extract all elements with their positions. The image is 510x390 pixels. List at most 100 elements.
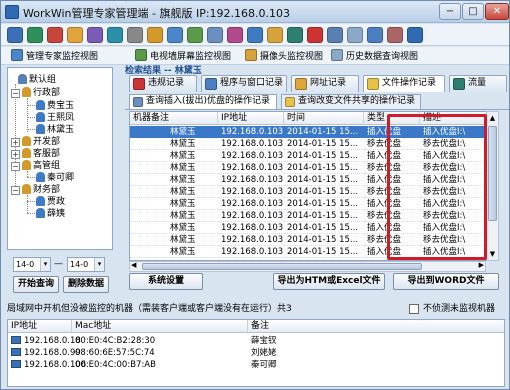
monitor-view-button[interactable]: 管理专家监控视图	[11, 49, 98, 63]
table-vertical-scrollbar[interactable]: ▲ ▼	[486, 111, 499, 261]
user-icon	[36, 196, 45, 206]
tv-wall-icon	[135, 49, 147, 61]
usb-icon[interactable]	[367, 27, 383, 43]
camera-view-button[interactable]: 摄像头监控视图	[245, 49, 323, 63]
folder-icon[interactable]	[147, 27, 163, 43]
tv-wall-view-button[interactable]: 电视墙屏幕监控视图	[135, 49, 231, 63]
scroll-thumb[interactable]	[142, 263, 422, 270]
email-icon[interactable]	[327, 27, 343, 43]
col-header-note[interactable]: 备注	[248, 320, 504, 333]
dropdown-arrow-icon[interactable]: ▾	[94, 258, 104, 271]
list-icon[interactable]	[387, 27, 403, 43]
start-time-value: 14-0	[16, 260, 35, 269]
shield-icon[interactable]	[67, 27, 83, 43]
start-query-button[interactable]: 开始查询	[13, 276, 59, 293]
printer-icon[interactable]	[167, 27, 183, 43]
col-header-ip[interactable]: IP地址	[218, 112, 284, 125]
tab-label: 网址记录	[310, 78, 347, 88]
collapse-icon[interactable]: −	[11, 89, 20, 98]
table-horizontal-scrollbar[interactable]: ◀ ▶	[129, 261, 486, 272]
unmonitored-machines-table[interactable]: IP地址 Mac地址 备注 192.168.0.18 00:E0:4C:B2:28…	[7, 319, 505, 387]
export-html-button[interactable]: 导出为HTM或Excel文件	[273, 273, 385, 290]
unmonitored-note: 刘姥姥	[251, 348, 277, 358]
collapse-icon[interactable]: −	[11, 186, 20, 195]
tree-root[interactable]: 默认组	[18, 74, 56, 86]
scroll-thumb[interactable]	[488, 126, 497, 221]
col-header-ip[interactable]: IP地址	[8, 320, 72, 333]
window-icon[interactable]	[207, 27, 223, 43]
tab-file-ops[interactable]: 文件操作记录	[363, 75, 445, 92]
lock-icon[interactable]	[347, 27, 363, 43]
export-word-button[interactable]: 导出到WORD文件	[393, 273, 499, 290]
calendar-icon[interactable]	[307, 27, 323, 43]
tree-group-support[interactable]: 客服部	[22, 148, 60, 160]
tree-user-1[interactable]: 费宝玉	[36, 100, 74, 112]
history-icon	[331, 49, 343, 61]
minimize-button[interactable]: −	[439, 3, 461, 20]
tree-user-5[interactable]: 贾政	[36, 196, 65, 208]
cell-time: 2014-01-15 15...	[284, 234, 364, 246]
start-time-select[interactable]: 14-0 ▾	[13, 257, 51, 272]
graph-icon[interactable]	[227, 27, 243, 43]
group-tree[interactable]: 默认组 − 行政部 费宝玉 王熙凤 林黛玉 + 开发部 + 客服部 − 高管组 …	[7, 67, 113, 250]
search-icon[interactable]	[287, 27, 303, 43]
unmonitored-ip[interactable]: 192.168.0.18	[8, 335, 81, 347]
close-button[interactable]: ✕	[485, 3, 509, 20]
expand-icon[interactable]: +	[11, 138, 20, 147]
keyboard-icon[interactable]	[127, 27, 143, 43]
cell-name: 林黛玉	[130, 186, 218, 198]
cell-name: 林黛玉	[130, 234, 218, 246]
screen-icon[interactable]	[187, 27, 203, 43]
dropdown-arrow-icon[interactable]: ▾	[40, 258, 50, 271]
system-settings-button[interactable]: 系统设置	[129, 273, 203, 290]
bulb-icon[interactable]	[87, 27, 103, 43]
col-header-name[interactable]: 机器备注	[130, 112, 218, 125]
tab-traffic[interactable]: 流量	[449, 75, 507, 92]
user-icon	[36, 100, 45, 110]
tree-user-3[interactable]: 林黛玉	[36, 124, 74, 136]
monitor-view-icon	[11, 49, 23, 61]
cell-time: 2014-01-15 15...	[284, 186, 364, 198]
collapse-icon[interactable]: −	[11, 162, 20, 171]
monitor-icon[interactable]	[107, 27, 123, 43]
tab-urls[interactable]: 网址记录	[291, 75, 359, 92]
unmonitored-mac: 00:E0:4C:00:B7:AB	[75, 360, 156, 370]
scroll-right-icon[interactable]: ▶	[479, 261, 484, 269]
network-icon[interactable]	[27, 27, 43, 43]
people-icon[interactable]	[47, 27, 63, 43]
no-detect-checkbox[interactable]	[409, 304, 419, 314]
unmonitored-ip[interactable]: 192.168.0.99	[8, 347, 81, 359]
unmonitored-ip[interactable]: 192.168.0.106	[8, 359, 86, 371]
share-folder-icon	[285, 97, 295, 107]
chart-icon[interactable]	[267, 27, 283, 43]
scroll-down-icon[interactable]: ▼	[487, 248, 498, 260]
delete-data-button[interactable]: 删除数据	[63, 276, 109, 293]
col-header-time[interactable]: 时间	[284, 112, 364, 125]
title-bar[interactable]: WorkWin管理专家管理端 - 旗舰版 IP:192.168.0.103 − …	[1, 1, 509, 23]
scroll-up-icon[interactable]: ▲	[487, 112, 498, 124]
cell-name: 林黛玉	[130, 198, 218, 210]
history-view-button[interactable]: 历史数据查询视图	[331, 49, 418, 63]
scroll-left-icon[interactable]: ◀	[131, 261, 136, 269]
tree-user-2[interactable]: 王熙凤	[36, 112, 74, 124]
maximize-button[interactable]: □	[462, 3, 484, 20]
cog-icon[interactable]	[247, 27, 263, 43]
tab-violations[interactable]: 违规记录	[129, 75, 197, 92]
col-header-mac[interactable]: Mac地址	[72, 320, 248, 333]
no-detect-checkbox-label: 不侦测未监视机器	[423, 304, 496, 314]
tree-group-dev[interactable]: 开发部	[22, 136, 60, 148]
tree-user-4[interactable]: 秦可卿	[36, 172, 74, 184]
end-time-select[interactable]: 14-0 ▾	[67, 257, 105, 272]
computer-icon[interactable]	[7, 27, 23, 43]
pen-icon[interactable]	[407, 27, 423, 43]
tab-programs[interactable]: 程序与窗口记录	[201, 75, 287, 92]
subtab-usb[interactable]: 查询插入(拔出)优盘的操作记录	[129, 94, 277, 109]
tree-group-label: 客服部	[33, 149, 61, 159]
subtab-share[interactable]: 查询改变文件共享的操作记录	[281, 94, 421, 109]
unmonitored-mac: 00:E0:4C:B2:28:30	[75, 336, 156, 346]
expand-icon[interactable]: +	[11, 150, 20, 159]
app-window: WorkWin管理专家管理端 - 旗舰版 IP:192.168.0.103 − …	[0, 0, 510, 390]
app-logo-icon	[5, 5, 19, 19]
tree-user-6[interactable]: 薛姨	[36, 208, 65, 220]
cell-time: 2014-01-15 15...	[284, 222, 364, 234]
